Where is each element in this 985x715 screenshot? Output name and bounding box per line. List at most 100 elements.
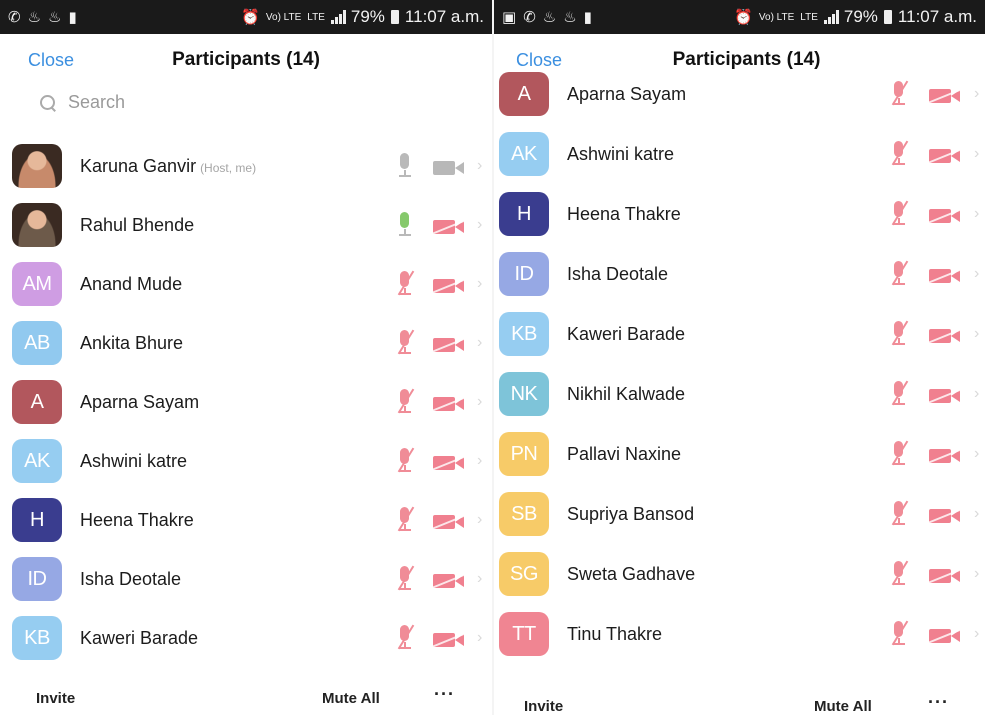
participant-row[interactable]: SG Sweta Gadhave › [494, 548, 985, 604]
more-button[interactable]: ··· [928, 692, 949, 713]
image-icon: ▣ [502, 9, 517, 26]
mic-muted-icon [394, 388, 416, 415]
battery-icon [390, 10, 399, 24]
chevron-right-icon: › [477, 275, 483, 292]
chevron-right-icon: › [477, 334, 483, 351]
invite-button[interactable]: Invite [524, 698, 563, 715]
status-bar: ▣ ✆ ♨ ♨ ▮ ⏰ Vo) LTE LTE 79% 11:07 a.m. [494, 0, 985, 34]
chevron-right-icon: › [477, 157, 483, 174]
participant-row[interactable]: H Heena Thakre › [0, 494, 492, 550]
chevron-right-icon: › [974, 565, 980, 582]
participant-row[interactable]: AK Ashwini katre › [494, 128, 985, 184]
avatar-initials: SG [510, 562, 538, 585]
video-off-icon [928, 148, 963, 164]
chevron-right-icon: › [974, 85, 980, 102]
participant-row[interactable]: TT Tinu Thakre › [494, 608, 985, 664]
participant-name: Ashwini katre [567, 144, 675, 164]
chevron-right-icon: › [477, 511, 483, 528]
participant-row[interactable]: AB Ankita Bhure › [0, 317, 492, 373]
participant-name: Ashwini katre [80, 451, 188, 471]
chevron-right-icon: › [477, 452, 483, 469]
avatar-initials: KB [511, 322, 537, 345]
header: Participants (14) Close [0, 34, 492, 86]
participant-name: Heena Thakre [80, 510, 194, 530]
chevron-right-icon: › [477, 629, 483, 646]
avatar-initials: ID [514, 262, 535, 285]
video-off-icon [432, 219, 467, 235]
video-off-icon [928, 388, 963, 404]
flame-icon: ♨ [48, 9, 62, 26]
participant-name: Aparna Sayam [567, 84, 687, 104]
participant-row[interactable]: A Aparna Sayam › [0, 376, 492, 432]
chevron-right-icon: › [974, 445, 980, 462]
participant-row[interactable]: ID Isha Deotale › [0, 553, 492, 609]
video-off-icon [432, 278, 467, 294]
avatar-initials: PN [510, 442, 538, 465]
close-button[interactable]: Close [28, 50, 74, 71]
avatar-photo [12, 144, 62, 188]
video-icon: ▮ [68, 9, 77, 26]
video-off-icon [432, 573, 467, 589]
participant-row[interactable]: Karuna Ganvir (Host, me) › [0, 140, 492, 196]
video-off-icon [432, 455, 467, 471]
avatar: NK [499, 372, 549, 416]
chevron-right-icon: › [974, 625, 980, 642]
avatar: AB [12, 321, 62, 365]
participant-name-wrap: Kaweri Barade [567, 324, 685, 345]
chevron-right-icon: › [974, 325, 980, 342]
mic-muted-icon [888, 80, 910, 107]
participant-name: Isha Deotale [80, 569, 182, 589]
avatar-initials: H [30, 508, 44, 531]
participant-row[interactable]: A Aparna Sayam › [494, 68, 985, 124]
video-off-icon [928, 508, 963, 524]
participant-name-wrap: Heena Thakre [567, 204, 681, 225]
chevron-right-icon: › [974, 505, 980, 522]
avatar-initials: A [30, 390, 44, 413]
more-button[interactable]: ··· [434, 684, 455, 705]
participant-name: Nikhil Kalwade [567, 384, 686, 404]
participant-name-wrap: Isha Deotale [567, 264, 668, 285]
clock: 11:07 a.m. [404, 7, 484, 26]
participant-row[interactable]: H Heena Thakre › [494, 188, 985, 244]
mic-muted-icon [888, 380, 910, 407]
participant-row[interactable]: Rahul Bhende › [0, 199, 492, 255]
search-placeholder: Search [68, 92, 126, 112]
participant-row[interactable]: PN Pallavi Naxine › [494, 428, 985, 484]
avatar-initials: SB [511, 502, 537, 525]
flame-icon: ♨ [563, 9, 577, 26]
participant-name-wrap: Ankita Bhure [80, 333, 183, 354]
participant-row[interactable]: KB Kaweri Barade › [494, 308, 985, 364]
participant-name: Rahul Bhende [80, 215, 195, 235]
participant-name: Isha Deotale [567, 264, 669, 284]
avatar: TT [499, 612, 549, 656]
avatar-initials: H [517, 202, 531, 225]
avatar: PN [499, 432, 549, 476]
left-participants-screen: ✆ ♨ ♨ ▮ ⏰ Vo) LTE LTE 79% 11:07 a.m. Par… [0, 0, 492, 715]
mic-muted-icon [394, 329, 416, 356]
participant-row[interactable]: SB Supriya Bansod › [494, 488, 985, 544]
participant-row[interactable]: AM Anand Mude › [0, 258, 492, 314]
invite-button[interactable]: Invite [36, 690, 75, 707]
avatar: A [499, 72, 549, 116]
participant-row[interactable]: ID Isha Deotale › [494, 248, 985, 304]
mute-all-button[interactable]: Mute All [322, 690, 380, 707]
participant-row[interactable]: AK Ashwini katre › [0, 435, 492, 491]
mic-muted-icon [888, 620, 910, 647]
participant-name-wrap: Heena Thakre [80, 510, 194, 531]
alarm-icon: ⏰ [734, 9, 753, 26]
mic-muted-icon [888, 260, 910, 287]
clock: 11:07 a.m. [897, 7, 977, 26]
mute-all-button[interactable]: Mute All [814, 698, 872, 715]
participant-row[interactable]: NK Nikhil Kalwade › [494, 368, 985, 424]
participant-row[interactable]: KB Kaweri Barade › [0, 612, 492, 668]
chevron-right-icon: › [974, 205, 980, 222]
lte-indicator: LTE [307, 11, 325, 23]
search-bar[interactable]: Search [40, 92, 125, 113]
footer-toolbar: Invite Mute All ··· [494, 688, 985, 715]
avatar: KB [12, 616, 62, 660]
mic-muted-icon [888, 140, 910, 167]
participant-name-wrap: Ashwini katre [80, 451, 187, 472]
video-off-icon [432, 632, 467, 648]
participant-name: Ankita Bhure [80, 333, 184, 353]
participant-name-wrap: Rahul Bhende [80, 215, 194, 236]
